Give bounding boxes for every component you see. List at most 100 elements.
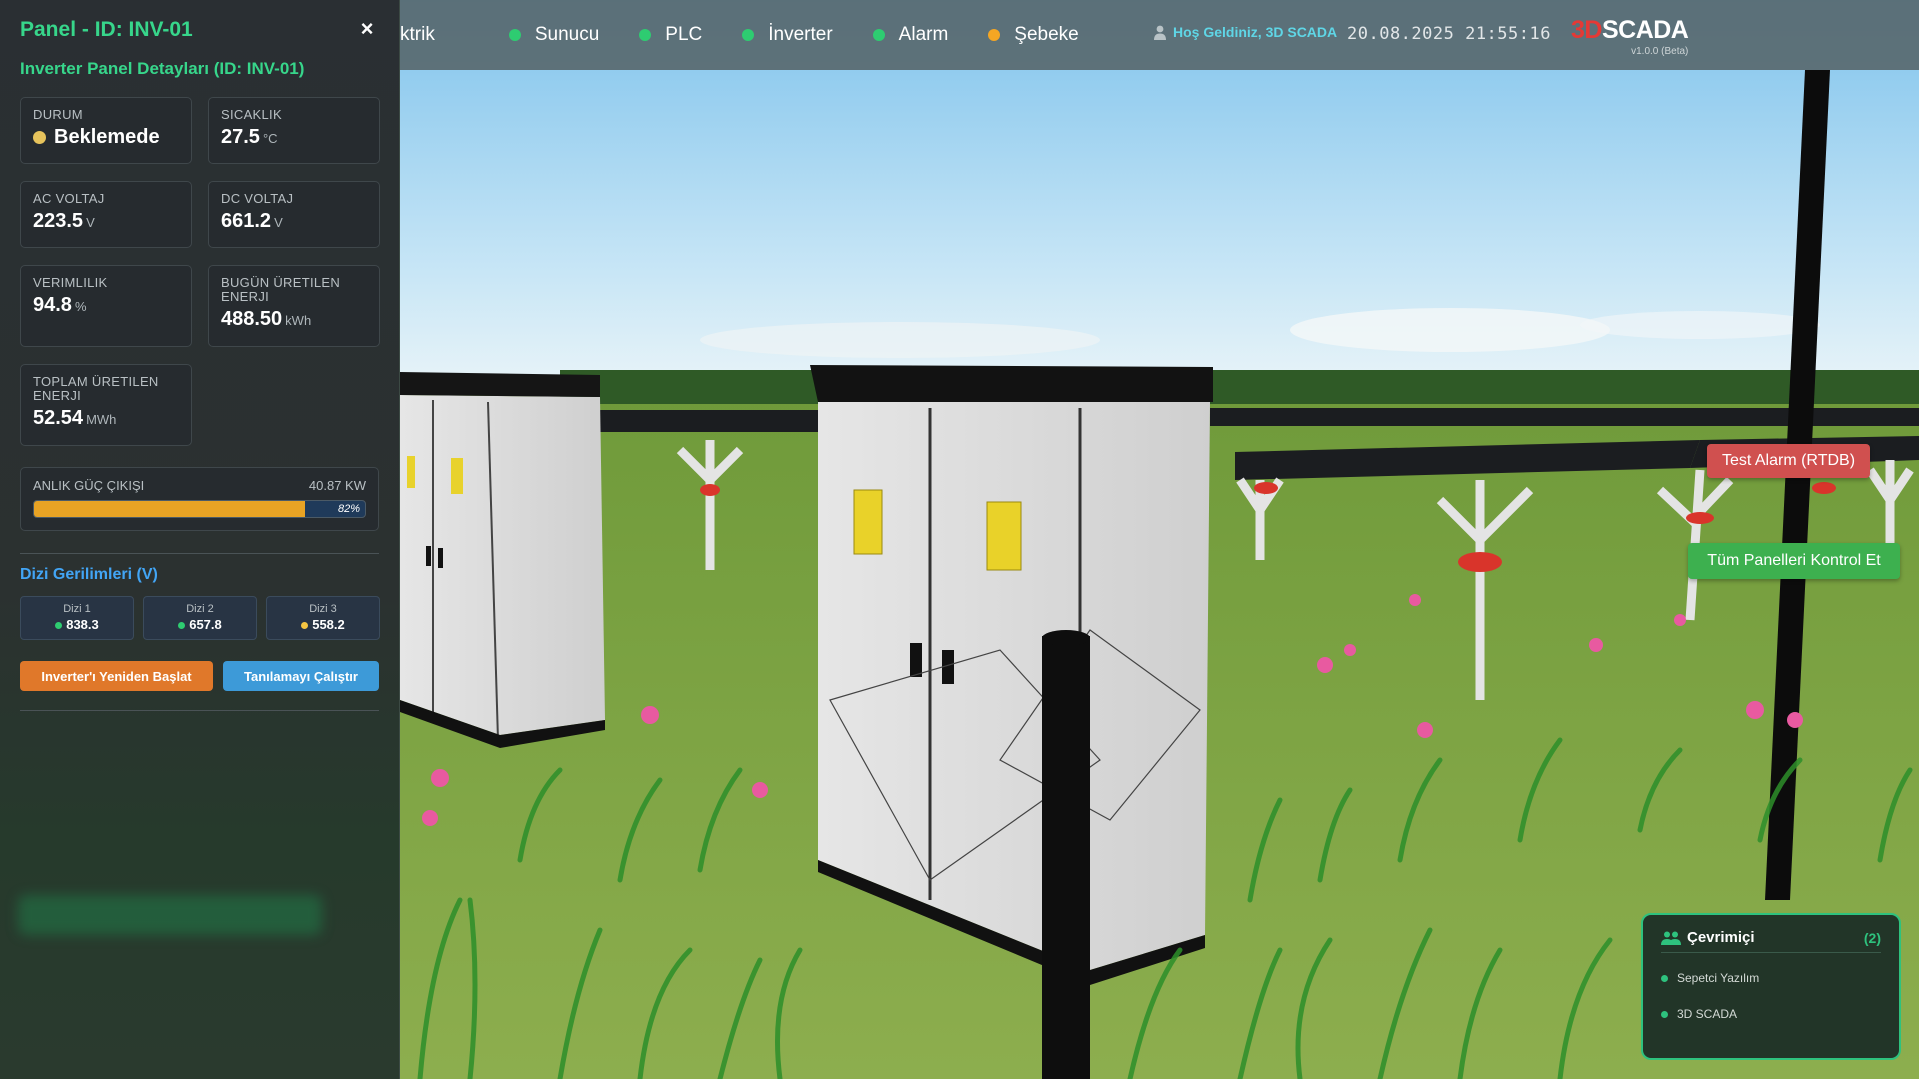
card-label: DC VOLTAJ — [221, 191, 294, 206]
strings-section-title: Dizi Gerilimleri (V) — [20, 566, 158, 583]
string-name: Dizi 2 — [186, 603, 214, 615]
online-dot — [1661, 1010, 1668, 1018]
status-dot — [742, 29, 755, 41]
value-number: 52.54 — [33, 407, 84, 429]
online-user-item[interactable]: Sepetci Yazılım — [1661, 971, 1881, 985]
divider — [20, 553, 379, 554]
status-label: Sunucu — [534, 24, 600, 45]
online-dot — [1661, 974, 1668, 982]
check-all-panels-button[interactable]: Tüm Panelleri Kontrol Et — [1688, 543, 1900, 579]
panel-title: Panel - ID: INV-01 — [20, 18, 193, 41]
status-item-inverter[interactable]: İnverter — [742, 24, 833, 46]
power-header: ANLIK GÜÇ ÇIKIŞI 40.87 KW — [33, 478, 366, 493]
brand-prefix: 3D — [1571, 16, 1602, 44]
online-title: Çevrimiçi — [1687, 929, 1755, 946]
dc-voltage-card: DC VOLTAJ 661.2 V — [208, 181, 380, 248]
string-voltage: 838.3 — [66, 617, 99, 632]
status-dot — [872, 29, 885, 41]
blurred-background-element — [18, 895, 322, 935]
user-greeting[interactable]: Hoş Geldiniz, 3D SCADA — [1153, 24, 1337, 40]
today-energy-value: 488.50 kWh — [221, 308, 367, 331]
power-value: 40.87 KW — [308, 478, 366, 493]
fence-pole — [1042, 636, 1090, 1079]
value-number: 223.5 — [33, 210, 84, 232]
value-unit: V — [274, 215, 283, 230]
online-user-name: Sepetci Yazılım — [1677, 971, 1760, 985]
divider — [20, 710, 379, 711]
run-diagnostics-button[interactable]: Tanılamayı Çalıştır — [223, 661, 379, 691]
temperature-card: SICAKLIK 27.5 °C — [208, 97, 380, 164]
value-number: 661.2 — [221, 210, 272, 232]
online-user-name: 3D SCADA — [1677, 1007, 1738, 1021]
status-label: Alarm — [898, 24, 949, 45]
app-version: v1.0.0 (Beta) — [1631, 46, 1689, 57]
efficiency-value: 94.8% — [33, 294, 179, 317]
tree-line — [560, 370, 1919, 404]
power-output-card: ANLIK GÜÇ ÇIKIŞI 40.87 KW 82% — [20, 467, 379, 531]
status-item-plc[interactable]: PLC — [639, 24, 702, 46]
online-user-item[interactable]: 3D SCADA — [1661, 1007, 1881, 1021]
status-item-sunucu[interactable]: Sunucu — [508, 24, 600, 46]
string-value: 657.8 — [144, 617, 256, 632]
power-label: ANLIK GÜÇ ÇIKIŞI — [33, 478, 145, 493]
string-status-dot — [55, 622, 63, 630]
online-users-widget: Çevrimiçi (2) Sepetci Yazılım 3D SCADA — [1641, 913, 1901, 1060]
status-dot — [988, 29, 1001, 41]
users-icon — [1661, 931, 1681, 945]
card-label: AC VOLTAJ — [33, 191, 105, 206]
value-unit: °C — [262, 131, 278, 146]
status-label: Şebeke — [1014, 24, 1079, 45]
value-number: 94.8 — [33, 294, 72, 316]
string-voltage: 657.8 — [189, 617, 222, 632]
test-alarm-button[interactable]: Test Alarm (RTDB) — [1707, 444, 1870, 478]
total-energy-card: TOPLAM ÜRETILEN ENERJI 52.54 MWh — [20, 364, 192, 446]
ac-voltage-value: 223.5 V — [33, 210, 179, 233]
string-status-dot — [178, 622, 186, 630]
string-card-3: Dizi 3 558.2 — [266, 596, 380, 640]
card-label: SICAKLIK — [221, 107, 282, 122]
status-item-elektrik[interactable]: ktrik — [400, 24, 435, 46]
detail-title: Inverter Panel Detayları (ID: INV-01) — [20, 59, 305, 78]
string-voltage: 558.2 — [312, 617, 345, 632]
dc-voltage-value: 661.2 V — [221, 210, 367, 233]
string-card-2: Dizi 2 657.8 — [143, 596, 257, 640]
value-number: 27.5 — [221, 126, 260, 148]
card-label: DURUM — [33, 107, 83, 122]
today-energy-card: BUGÜN ÜRETILEN ENERJI 488.50 kWh — [208, 265, 380, 347]
value-unit: MWh — [86, 412, 117, 427]
status-text: Beklemede — [54, 126, 160, 148]
online-header: Çevrimiçi (2) — [1661, 929, 1881, 953]
string-value: 558.2 — [267, 617, 379, 632]
ac-voltage-card: AC VOLTAJ 223.5 V — [20, 181, 192, 248]
value-unit: kWh — [285, 313, 312, 328]
string-card-1: Dizi 1 838.3 — [20, 596, 134, 640]
status-dot — [639, 29, 652, 41]
power-progress-fill — [34, 501, 306, 517]
string-status-dot — [301, 622, 309, 630]
status-label: ktrik — [400, 24, 435, 45]
restart-inverter-button[interactable]: Inverter'ı Yeniden Başlat — [20, 661, 213, 691]
brand-title: 3DSCADA — [1571, 16, 1689, 45]
datetime-display: 20.08.2025 21:55:16 — [1347, 24, 1551, 44]
string-value: 838.3 — [21, 617, 133, 632]
value-number: 488.50 — [221, 308, 283, 330]
brand-name: SCADA — [1601, 16, 1689, 44]
status-card: DURUM Beklemede — [20, 97, 192, 164]
top-status-bar: ktrik Sunucu PLC İnverter Alarm Şebeke H… — [400, 0, 1919, 70]
status-dot — [508, 29, 521, 41]
status-label: İnverter — [768, 24, 833, 45]
value-unit: % — [74, 299, 87, 314]
inverter-cabinet-left[interactable] — [400, 372, 605, 748]
online-count: (2) — [1863, 929, 1881, 946]
inverter-detail-panel: Panel - ID: INV-01 × Inverter Panel Deta… — [0, 0, 400, 1079]
welcome-text: Hoş Geldiniz, 3D SCADA — [1173, 24, 1338, 40]
inverter-cabinet-inv-01[interactable] — [810, 365, 1213, 985]
status-item-alarm[interactable]: Alarm — [872, 24, 949, 46]
close-icon[interactable]: × — [356, 18, 378, 40]
status-item-sebeke[interactable]: Şebeke — [988, 24, 1079, 46]
state-dot — [33, 131, 46, 145]
temperature-value: 27.5 °C — [221, 126, 367, 149]
string-name: Dizi 3 — [309, 603, 337, 615]
status-value: Beklemede — [33, 126, 179, 149]
user-icon — [1154, 25, 1166, 40]
